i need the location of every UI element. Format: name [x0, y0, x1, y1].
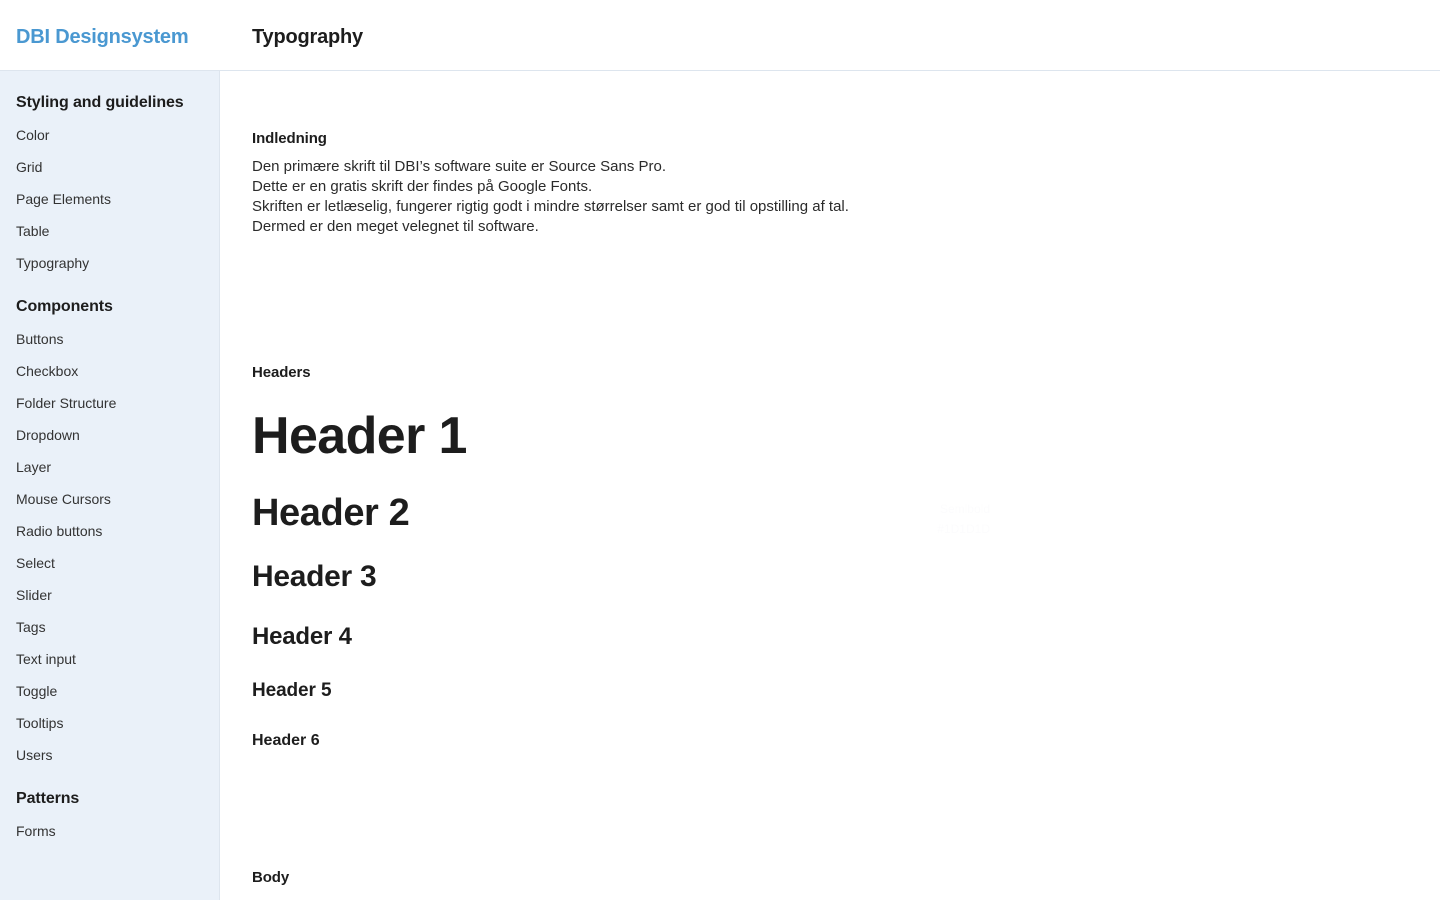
header-5-sample: Header 5: [252, 680, 332, 701]
brand-logo[interactable]: DBI Designsystem: [16, 25, 189, 49]
page-title: Typography: [252, 26, 363, 48]
sidebar-item-radio-buttons[interactable]: Radio buttons: [0, 515, 219, 547]
sidebar-item-tags[interactable]: Tags: [0, 611, 219, 643]
headers-section: Headers Header 1 Header 2 Header 3 Heade…: [252, 364, 467, 751]
sidebar-item-grid[interactable]: Grid: [0, 151, 219, 183]
sidebar-group-title: Components: [16, 298, 113, 315]
header-4-sample: Header 4: [252, 623, 352, 650]
sidebar-item-forms[interactable]: Forms: [0, 815, 219, 847]
header-spec-annotation: Semibold #1D1D1D: [920, 499, 990, 539]
sidebar-group-patterns: Patterns Forms: [0, 783, 219, 847]
top-bar: DBI Designsystem Typography: [0, 0, 1440, 71]
intro-section: Indledning Den primære skrift til DBI’s …: [252, 130, 849, 237]
header-3-sample: Header 3: [252, 560, 377, 593]
body-section: Body: [252, 869, 289, 886]
main-content: Indledning Den primære skrift til DBI’s …: [220, 71, 1440, 900]
sidebar-item-mouse-cursors[interactable]: Mouse Cursors: [0, 483, 219, 515]
header-2-sample: Header 2: [252, 492, 410, 534]
intro-line: Skriften er letlæselig, fungerer rigtig …: [252, 198, 849, 215]
headers-heading: Headers: [252, 364, 311, 381]
sidebar-group-components: Components Buttons Checkbox Folder Struc…: [0, 291, 219, 771]
body-heading: Body: [252, 869, 290, 886]
app-root: DBI Designsystem Typography Styling and …: [0, 0, 1440, 900]
sidebar-item-users[interactable]: Users: [0, 739, 219, 771]
sidebar-item-toggle[interactable]: Toggle: [0, 675, 219, 707]
sidebar-item-select[interactable]: Select: [0, 547, 219, 579]
spec-color: #1D1D1D: [937, 522, 990, 536]
sidebar-item-text-input[interactable]: Text input: [0, 643, 219, 675]
headers-sample-list: Header 1 Header 2 Header 3 Header 4 Head…: [252, 405, 467, 751]
sidebar: Styling and guidelines Color Grid Page E…: [0, 71, 220, 900]
intro-line: Den primære skrift til DBI’s software su…: [252, 158, 667, 175]
sidebar-group-title: Patterns: [16, 790, 80, 807]
sidebar-item-color[interactable]: Color: [0, 119, 219, 151]
sidebar-item-layer[interactable]: Layer: [0, 451, 219, 483]
sidebar-item-slider[interactable]: Slider: [0, 579, 219, 611]
sidebar-group-styling-and-guidelines: Styling and guidelines Color Grid Page E…: [0, 87, 219, 279]
sidebar-item-page-elements[interactable]: Page Elements: [0, 183, 219, 215]
sidebar-item-tooltips[interactable]: Tooltips: [0, 707, 219, 739]
header-1-sample: Header 1: [252, 407, 467, 465]
sidebar-item-table[interactable]: Table: [0, 215, 219, 247]
intro-line: Dette er en gratis skrift der findes på …: [252, 178, 593, 195]
intro-heading: Indledning: [252, 130, 327, 147]
sidebar-group-title: Styling and guidelines: [16, 94, 184, 111]
header-6-sample: Header 6: [252, 732, 320, 749]
intro-line: Dermed er den meget velegnet til softwar…: [252, 218, 539, 235]
sidebar-item-buttons[interactable]: Buttons: [0, 323, 219, 355]
sidebar-item-dropdown[interactable]: Dropdown: [0, 419, 219, 451]
spec-weight: Semibold: [939, 502, 990, 516]
sidebar-item-checkbox[interactable]: Checkbox: [0, 355, 219, 387]
sidebar-item-typography[interactable]: Typography: [0, 247, 219, 279]
sidebar-item-folder-structure[interactable]: Folder Structure: [0, 387, 219, 419]
intro-paragraph: Den primære skrift til DBI’s software su…: [252, 157, 849, 237]
